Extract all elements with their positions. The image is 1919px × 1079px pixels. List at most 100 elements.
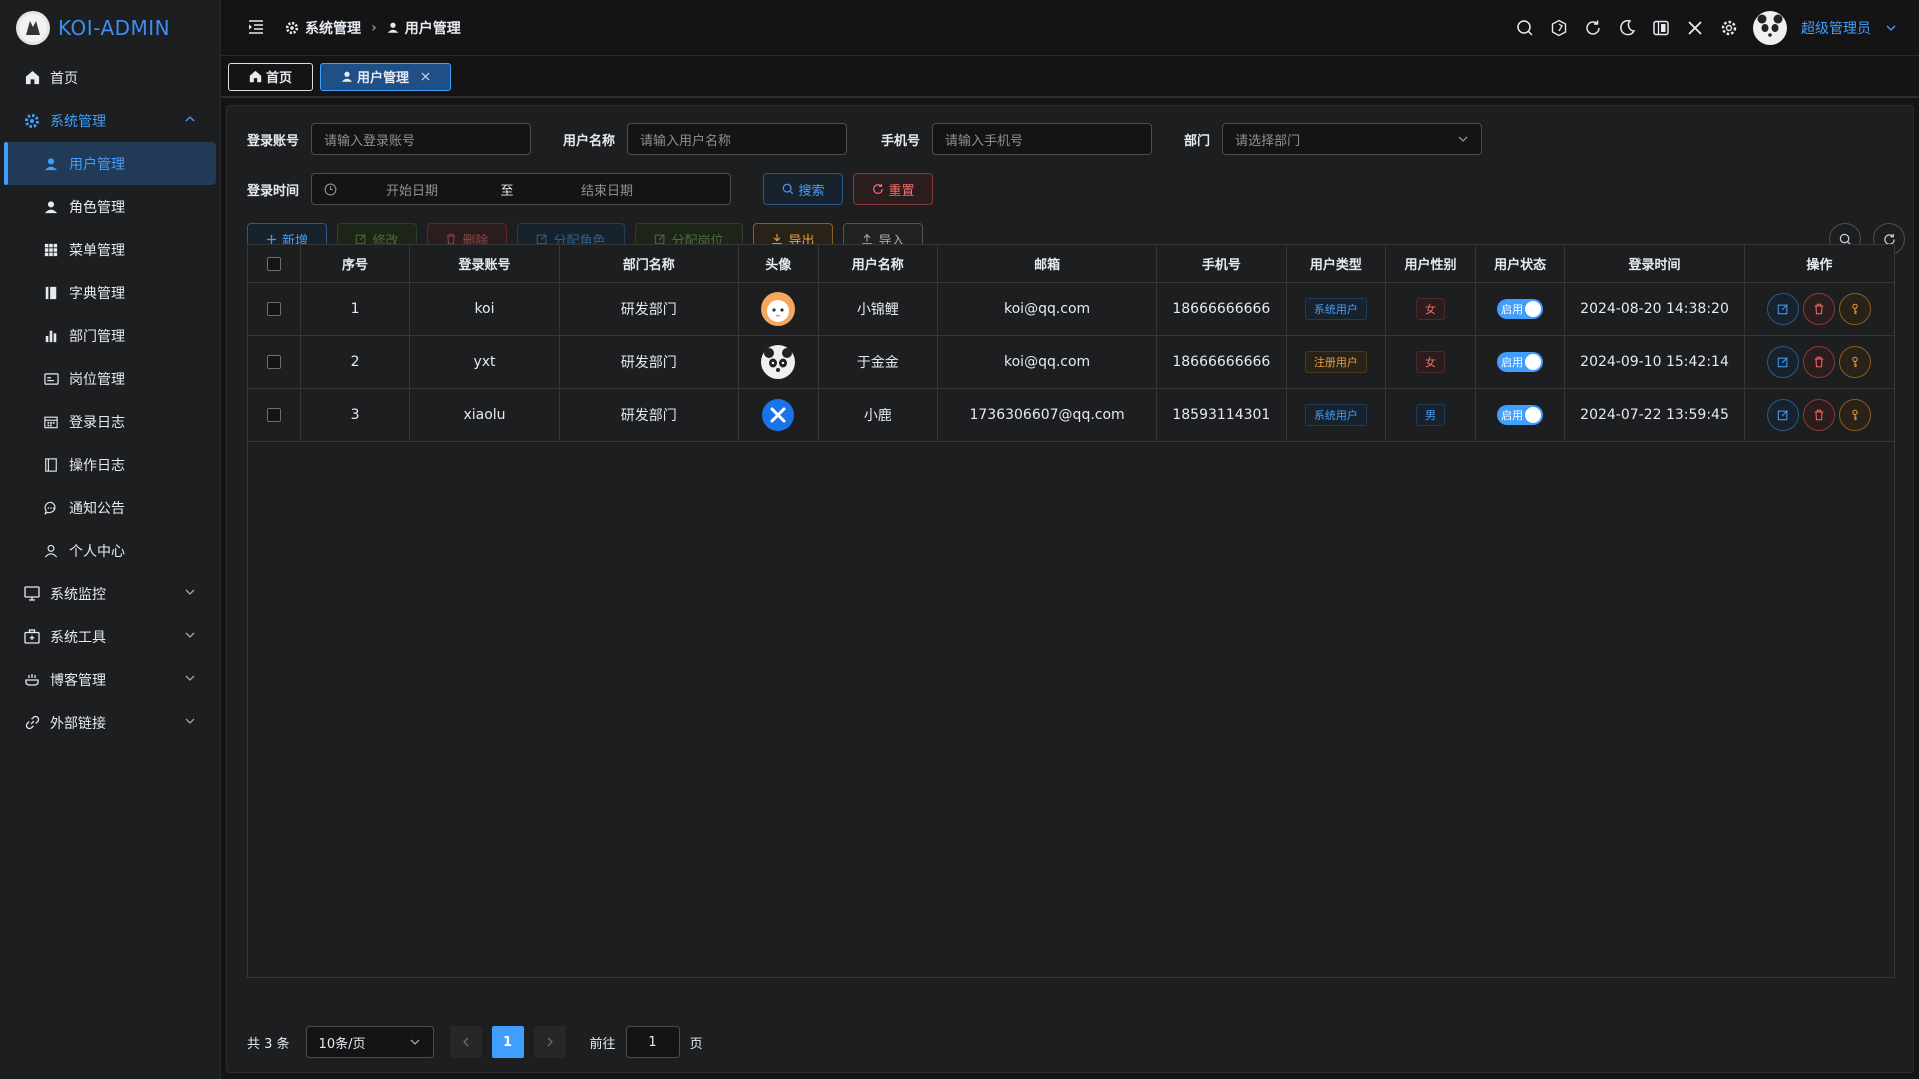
- row-edit-button[interactable]: [1767, 293, 1800, 325]
- prev-page-button[interactable]: [449, 1026, 482, 1058]
- avatar[interactable]: [1753, 11, 1787, 45]
- table-row[interactable]: 1 koi 研发部门 小锦鲤 koi@qq.com 18666666666 系统用户 女 启用 2…: [248, 283, 1894, 336]
- table-cell: [248, 389, 301, 441]
- status-switch[interactable]: 启用: [1497, 299, 1544, 319]
- column-header: 登录时间: [1565, 245, 1745, 282]
- sidebar-item-system[interactable]: 系统管理: [0, 99, 220, 142]
- search-icon[interactable]: [1515, 18, 1535, 38]
- table-cell: koi@qq.com: [938, 283, 1158, 335]
- sidebar-item-profile[interactable]: 个人中心: [0, 529, 220, 572]
- row-name: 于金金: [856, 355, 899, 371]
- start-date-input[interactable]: 开始日期: [337, 180, 487, 199]
- settings-icon[interactable]: [1719, 18, 1739, 38]
- select-all-checkbox[interactable]: [266, 256, 281, 271]
- account-input[interactable]: 请输入登录账号: [311, 123, 532, 155]
- tab-users[interactable]: 用户管理: [320, 62, 452, 91]
- sidebar-item-label: 登录日志: [69, 414, 125, 431]
- row-name: 小鹿: [863, 408, 892, 424]
- row-delete-button[interactable]: [1803, 346, 1836, 378]
- sidebar-item-dict[interactable]: 字典管理: [0, 271, 220, 314]
- logo[interactable]: KOI-ADMIN: [0, 0, 220, 56]
- menu-collapse-icon[interactable]: [247, 18, 267, 38]
- sidebar-item-login-log[interactable]: 登录日志: [0, 400, 220, 443]
- sidebar-item-menus[interactable]: 菜单管理: [0, 228, 220, 271]
- row-checkbox[interactable]: [266, 355, 281, 369]
- status-switch[interactable]: 启用: [1497, 352, 1544, 372]
- date-range-picker[interactable]: 开始日期 至 结束日期: [311, 173, 732, 205]
- row-account: yxt: [473, 354, 496, 370]
- table-row[interactable]: 3 xiaolu 研发部门 小鹿 1736306607@qq.com 1859311430…: [248, 389, 1894, 442]
- user-type-tag: 注册用户: [1304, 351, 1367, 373]
- avatar[interactable]: [760, 344, 796, 380]
- gender-tag: 女: [1415, 351, 1445, 373]
- avatar[interactable]: [760, 291, 796, 327]
- sidebar-item-tools[interactable]: 系统工具: [0, 615, 220, 658]
- chevron-down-icon[interactable]: [1885, 22, 1897, 34]
- table-cell: 18593114301: [1157, 389, 1287, 441]
- table-cell: 研发部门: [560, 336, 739, 388]
- search-button[interactable]: 搜索: [763, 173, 844, 205]
- row-reset-password-button[interactable]: [1839, 346, 1872, 378]
- user-icon: [341, 70, 353, 83]
- sidebar-item-posts[interactable]: 岗位管理: [0, 357, 220, 400]
- sidebar-item-monitor[interactable]: 系统监控: [0, 572, 220, 615]
- row-checkbox[interactable]: [266, 302, 281, 316]
- table-cell: 18666666666: [1157, 283, 1287, 335]
- sidebar-item-op-log[interactable]: 操作日志: [0, 443, 220, 486]
- row-delete-button[interactable]: [1803, 293, 1836, 325]
- toolbox-icon: [24, 629, 40, 645]
- moon-icon[interactable]: [1617, 18, 1637, 38]
- main-panel: 登录账号 请输入登录账号 用户名称 请输入用户名称 手机号 请输入手机号 部门 …: [226, 105, 1914, 1073]
- row-index: 3: [350, 407, 360, 423]
- gender-tag: 男: [1415, 404, 1445, 426]
- status-switch[interactable]: 启用: [1497, 405, 1544, 425]
- reset-button[interactable]: 重置: [853, 173, 934, 205]
- sidebar-item-label: 系统工具: [50, 629, 106, 646]
- row-edit-button[interactable]: [1767, 399, 1800, 431]
- page-size-select[interactable]: 10条/页: [305, 1026, 434, 1058]
- username-dropdown[interactable]: 超级管理员: [1801, 18, 1871, 38]
- page-number[interactable]: 1: [491, 1026, 524, 1058]
- sidebar-item-blog[interactable]: 博客管理: [0, 658, 220, 701]
- sidebar-item-external-link[interactable]: 外部链接: [0, 701, 220, 744]
- sidebar-item-dept[interactable]: 部门管理: [0, 314, 220, 357]
- close-icon[interactable]: [1685, 18, 1705, 38]
- goto-page-input[interactable]: 1: [625, 1026, 680, 1058]
- avatar[interactable]: [760, 397, 796, 433]
- table-cell: 于金金: [819, 336, 939, 388]
- header-select-all[interactable]: [248, 245, 301, 282]
- table-cell: 研发部门: [560, 283, 739, 335]
- sidebar-item-home[interactable]: 首页: [0, 56, 220, 99]
- page-size-value: 10条/页: [318, 1036, 366, 1052]
- total-count: 共 3 条: [247, 1036, 290, 1052]
- chevron-down-icon: [409, 1036, 421, 1048]
- row-dept: 研发部门: [620, 355, 677, 371]
- dept-select[interactable]: 请选择部门: [1222, 123, 1483, 155]
- table-row[interactable]: 2 yxt 研发部门 于金金 koi@qq.com 18666666666 注册用户 女 启用 2…: [248, 336, 1894, 389]
- row-reset-password-button[interactable]: [1839, 293, 1872, 325]
- name-input[interactable]: 请输入用户名称: [627, 123, 848, 155]
- table-cell: 男: [1386, 389, 1476, 441]
- theme-cube-icon[interactable]: [1549, 18, 1569, 38]
- tabs-bar: 首页 用户管理: [221, 57, 1919, 98]
- fullscreen-toggle-icon[interactable]: [1651, 18, 1671, 38]
- end-date-input[interactable]: 结束日期: [527, 180, 687, 199]
- sidebar-item-roles[interactable]: 角色管理: [0, 185, 220, 228]
- sidebar-item-notice[interactable]: 通知公告: [0, 486, 220, 529]
- sidebar-item-users[interactable]: 用户管理: [4, 142, 216, 185]
- breadcrumb-item-system[interactable]: 系统管理: [305, 18, 361, 38]
- phone-input[interactable]: 请输入手机号: [932, 123, 1153, 155]
- tab-close-icon[interactable]: [421, 72, 430, 81]
- tab-home[interactable]: 首页: [228, 62, 314, 91]
- table-cell: 小鹿: [819, 389, 939, 441]
- column-header: 头像: [739, 245, 819, 282]
- row-edit-button[interactable]: [1767, 346, 1800, 378]
- table-cell: 1736306607@qq.com: [938, 389, 1158, 441]
- table-cell: 2024-08-20 14:38:20: [1565, 283, 1745, 335]
- row-checkbox[interactable]: [266, 408, 281, 422]
- next-page-button[interactable]: [533, 1026, 566, 1058]
- refresh-icon[interactable]: [1583, 18, 1603, 38]
- row-delete-button[interactable]: [1803, 399, 1836, 431]
- row-reset-password-button[interactable]: [1839, 399, 1872, 431]
- table-cell: yxt: [410, 336, 560, 388]
